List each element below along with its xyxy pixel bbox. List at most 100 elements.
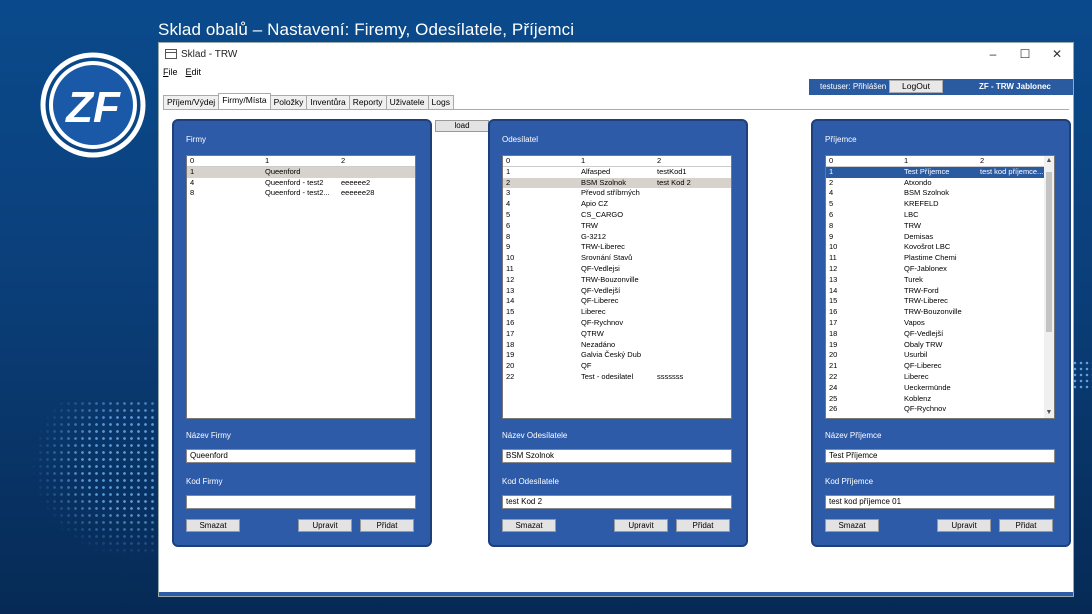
scroll-down-icon[interactable]: ▼ xyxy=(1044,408,1054,418)
list-item[interactable]: 18 Nezadáno xyxy=(503,340,731,351)
tab-reporty[interactable]: Reporty xyxy=(348,95,387,109)
tab-logs[interactable]: Logs xyxy=(427,95,454,109)
list-item[interactable]: 6 TRW xyxy=(503,221,731,232)
odesilatel-delete-button[interactable]: Smazat xyxy=(502,519,556,532)
list-item[interactable]: 11 QF-Vedlejsi xyxy=(503,264,731,275)
list-cell: Queenford - test2 xyxy=(265,177,324,187)
firmy-name-field[interactable]: Queenford xyxy=(186,449,416,463)
list-item[interactable]: 21 QF-Liberec xyxy=(826,361,1054,372)
list-cell: Kovošrot LBC xyxy=(904,242,951,252)
column-header[interactable]: 0 xyxy=(826,156,901,166)
list-item[interactable]: 26 QF-Rychnov xyxy=(826,404,1054,415)
list-item[interactable]: 20 Usurbil xyxy=(826,350,1054,361)
prijemce-edit-button[interactable]: Upravit xyxy=(937,519,991,532)
list-item[interactable]: 4 Queenford - test2 eeeeee2 xyxy=(187,178,415,189)
list-item[interactable]: 14 TRW-Ford xyxy=(826,286,1054,297)
list-item[interactable]: 20 QF xyxy=(503,361,731,372)
list-item[interactable]: 15 TRW-Liberec xyxy=(826,296,1054,307)
list-item[interactable]: 1 Test Příjemce test kod příjemce... xyxy=(826,166,1054,178)
firmy-list[interactable]: 0 1 2 1 Queenford 4 Queenford - test2 eeeeee2 8 Q… xyxy=(186,155,416,419)
list-cell xyxy=(654,264,731,275)
list-cell xyxy=(654,286,731,297)
load-button[interactable]: load xyxy=(435,120,489,132)
list-cell: 24 xyxy=(829,382,838,392)
list-item[interactable]: 14 QF-Liberec xyxy=(503,296,731,307)
list-item[interactable]: 8 Queenford - test2... eeeeee28 xyxy=(187,188,415,199)
list-scrollbar[interactable]: ▲ ▼ xyxy=(1044,156,1054,418)
list-item[interactable]: 19 Obaly TRW xyxy=(826,340,1054,351)
odesilatel-list[interactable]: 0 1 2 1 Alfasped testKod1 2 BSM Szolnok test Kod… xyxy=(502,155,732,419)
list-item[interactable]: 8 G-3212 xyxy=(503,232,731,243)
list-item[interactable]: 17 Vapos xyxy=(826,318,1054,329)
column-header[interactable]: 2 xyxy=(977,156,1054,166)
list-item[interactable]: 10 Srovnání Stavů xyxy=(503,253,731,264)
maximize-button[interactable]: ☐ xyxy=(1009,43,1041,65)
list-item[interactable]: 9 Demisas xyxy=(826,232,1054,243)
scroll-up-icon[interactable]: ▲ xyxy=(1044,156,1054,166)
firmy-delete-button[interactable]: Smazat xyxy=(186,519,240,532)
list-item[interactable]: 11 Plastime Chemi xyxy=(826,253,1054,264)
list-item[interactable]: 2 Atxondo xyxy=(826,178,1054,189)
list-item[interactable]: 13 Turek xyxy=(826,275,1054,286)
list-item[interactable]: 15 Liberec xyxy=(503,307,731,318)
list-item[interactable]: 22 Liberec xyxy=(826,372,1054,383)
list-item[interactable]: 19 Galvia Český Dub xyxy=(503,350,731,361)
column-header[interactable]: 1 xyxy=(262,156,338,166)
odesilatel-name-field[interactable]: BSM Szolnok xyxy=(502,449,732,463)
list-cell xyxy=(977,210,1054,221)
column-header[interactable]: 1 xyxy=(901,156,977,166)
list-item[interactable]: 5 KREFELD xyxy=(826,199,1054,210)
prijemce-name-field[interactable]: Test Příjemce xyxy=(825,449,1055,463)
list-item[interactable]: 1 Queenford xyxy=(187,166,415,178)
list-item[interactable]: 22 Test - odesilatel sssssss xyxy=(503,372,731,383)
prijemce-delete-button[interactable]: Smazat xyxy=(825,519,879,532)
odesilatel-code-field[interactable]: test Kod 2 xyxy=(502,495,732,509)
logout-button[interactable]: LogOut xyxy=(889,80,943,93)
list-item[interactable]: 16 QF-Rychnov xyxy=(503,318,731,329)
tab-inventura[interactable]: Inventůra xyxy=(306,95,350,109)
menu-edit[interactable]: Edit xyxy=(186,67,202,77)
close-button[interactable]: ✕ xyxy=(1041,43,1073,65)
minimize-button[interactable]: – xyxy=(977,43,1009,65)
list-item[interactable]: 12 TRW-Bouzonville xyxy=(503,275,731,286)
firmy-code-field[interactable] xyxy=(186,495,416,509)
scrollbar-thumb[interactable] xyxy=(1046,172,1052,332)
list-item[interactable]: 6 LBC xyxy=(826,210,1054,221)
list-item[interactable]: 3 Převod stříbrných xyxy=(503,188,731,199)
tab-firmy-mista[interactable]: Firmy/Místa xyxy=(218,93,271,109)
firmy-add-button[interactable]: Přidat xyxy=(360,519,414,532)
column-header[interactable]: 2 xyxy=(654,156,731,166)
prijemce-code-field[interactable]: test kod příjemce 01 xyxy=(825,495,1055,509)
list-item[interactable]: 17 QTRW xyxy=(503,329,731,340)
column-header[interactable]: 1 xyxy=(578,156,654,166)
tab-polozky[interactable]: Položky xyxy=(269,95,308,109)
list-cell: 9 xyxy=(829,231,834,241)
tab-prijem-vydej[interactable]: Příjem/Výdej xyxy=(163,95,220,109)
prijemce-add-button[interactable]: Přidat xyxy=(999,519,1053,532)
menu-file[interactable]: File xyxy=(163,67,178,77)
column-header[interactable]: 2 xyxy=(338,156,415,166)
list-item[interactable]: 4 Apio CZ xyxy=(503,199,731,210)
list-cell: Demisas xyxy=(904,231,934,241)
list-item[interactable]: 12 QF-Jablonex xyxy=(826,264,1054,275)
tab-uzivatele[interactable]: Uživatele xyxy=(385,95,429,109)
firmy-edit-button[interactable]: Upravit xyxy=(298,519,352,532)
odesilatel-add-button[interactable]: Přidat xyxy=(676,519,730,532)
list-item[interactable]: 18 QF-Vedlejší xyxy=(826,329,1054,340)
list-item[interactable]: 8 TRW xyxy=(826,221,1054,232)
list-item[interactable]: 24 Ueckermünde xyxy=(826,383,1054,394)
list-item[interactable]: 1 Alfasped testKod1 xyxy=(503,167,731,178)
list-item[interactable]: 5 CS_CARGO xyxy=(503,210,731,221)
column-header[interactable]: 0 xyxy=(187,156,262,166)
list-item[interactable]: 9 TRW-Liberec xyxy=(503,242,731,253)
list-item[interactable]: 4 BSM Szolnok xyxy=(826,188,1054,199)
list-item[interactable]: 2 BSM Szolnok test Kod 2 xyxy=(503,177,731,189)
column-header[interactable]: 0 xyxy=(503,156,578,166)
odesilatel-edit-button[interactable]: Upravit xyxy=(614,519,668,532)
prijemce-list[interactable]: 0 1 2 1 Test Příjemce test kod příjemce... 2 At… xyxy=(825,155,1055,419)
list-cell: 8 xyxy=(829,220,834,230)
list-item[interactable]: 16 TRW-Bouzonville xyxy=(826,307,1054,318)
list-item[interactable]: 10 Kovošrot LBC xyxy=(826,242,1054,253)
list-item[interactable]: 25 Koblenz xyxy=(826,394,1054,405)
list-item[interactable]: 13 QF-Vedlejší xyxy=(503,286,731,297)
